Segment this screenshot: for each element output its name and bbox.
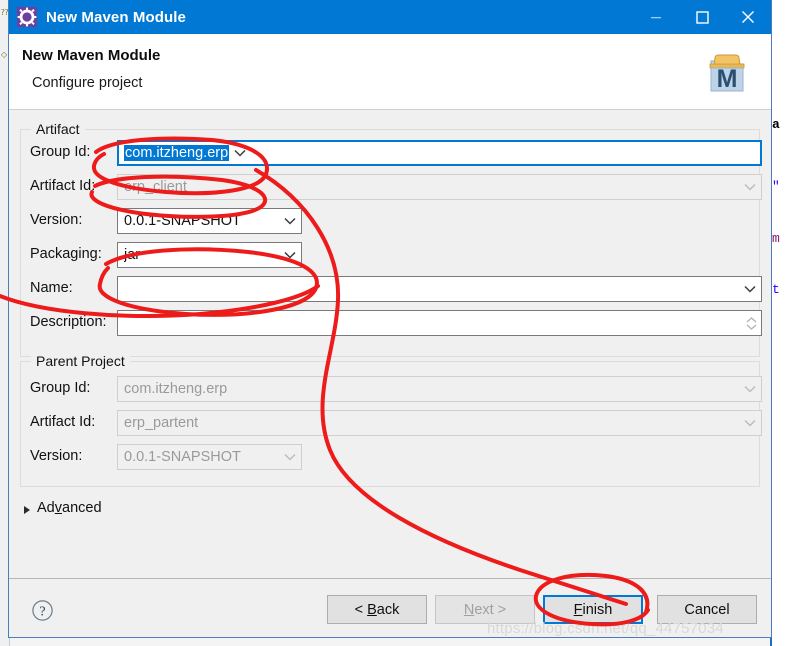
parent-group-id-label: Group Id: — [30, 380, 91, 396]
dialog-titlebar[interactable]: New Maven Module — [9, 0, 771, 34]
page-title: New Maven Module — [22, 47, 161, 64]
finish-button-label: Finish — [573, 601, 613, 618]
maven-folder-m-icon: M — [701, 46, 753, 98]
parent-group-id-input: com.itzheng.erp — [117, 376, 762, 402]
parent-artifact-id-input: erp_partent — [117, 410, 762, 436]
svg-text:M: M — [717, 65, 738, 93]
description-input[interactable] — [117, 310, 762, 336]
description-label: Description: — [30, 314, 107, 330]
watermark-text: https://blog.csdn.net/qq_44757034 — [487, 620, 724, 637]
new-maven-module-dialog: New Maven Module New Maven Module Config… — [8, 0, 772, 638]
page-subtitle: Configure project — [32, 75, 143, 91]
advanced-expander[interactable]: Advanced — [23, 500, 102, 516]
parent-artifact-id-value: erp_partent — [124, 415, 199, 431]
artifact-groupbox-label: Artifact — [31, 121, 85, 137]
version-value: 0.0.1-SNAPSHOT — [124, 213, 241, 229]
minimize-button[interactable] — [633, 0, 679, 34]
parent-version-value: 0.0.1-SNAPSHOT — [124, 449, 241, 465]
maximize-button[interactable] — [679, 0, 725, 34]
back-button[interactable]: < Back — [327, 595, 427, 624]
chevron-down-icon — [739, 377, 761, 401]
group-id-value: com.itzheng.erp — [124, 145, 230, 161]
group-id-label: Group Id: — [30, 144, 91, 160]
question-mark-icon[interactable]: ? — [32, 600, 53, 621]
next-button-label: Next > — [463, 601, 507, 618]
dialog-header: New Maven Module Configure project M — [9, 34, 771, 110]
chevron-down-icon — [739, 411, 761, 435]
group-id-input[interactable]: com.itzheng.erp — [117, 140, 762, 166]
spinner-arrows-icon[interactable] — [741, 311, 761, 335]
triangle-right-icon — [23, 503, 31, 514]
parent-artifact-id-label: Artifact Id: — [30, 414, 96, 430]
back-button-label: < Back — [354, 601, 400, 618]
version-label: Version: — [30, 212, 83, 228]
gear-icon — [17, 7, 37, 27]
packaging-label: Packaging: — [30, 246, 102, 262]
parent-project-groupbox-label: Parent Project — [31, 353, 130, 369]
background-editor-pane — [770, 0, 786, 646]
version-combobox[interactable]: 0.0.1-SNAPSHOT — [117, 208, 302, 234]
advanced-label: Advanced — [37, 500, 102, 516]
window-controls — [633, 0, 771, 34]
parent-group-id-value: com.itzheng.erp — [124, 381, 228, 397]
chevron-down-icon[interactable] — [739, 277, 761, 301]
packaging-combobox[interactable]: jar — [117, 242, 302, 268]
close-icon[interactable] — [725, 0, 771, 34]
chevron-down-icon — [739, 175, 761, 199]
parent-version-label: Version: — [30, 448, 83, 464]
parent-version-combobox: 0.0.1-SNAPSHOT — [117, 444, 302, 470]
cancel-button-label: Cancel — [684, 601, 730, 618]
artifact-id-label: Artifact Id: — [30, 178, 96, 194]
name-label: Name: — [30, 280, 73, 296]
background-code-fragment: m — [772, 232, 780, 246]
chevron-down-icon — [279, 445, 301, 469]
chevron-down-icon[interactable] — [229, 142, 251, 164]
dialog-body: Artifact Group Id: com.itzheng.erp Artif… — [9, 110, 771, 578]
background-code-fragment: t — [772, 283, 780, 297]
name-input[interactable] — [117, 276, 762, 302]
dialog-title: New Maven Module — [46, 8, 186, 26]
artifact-id-value: erp_client — [124, 179, 187, 195]
artifact-id-input[interactable]: erp_client — [117, 174, 762, 200]
background-code-fragment: a — [772, 118, 780, 132]
chevron-down-icon[interactable] — [279, 243, 301, 267]
packaging-value: jar — [124, 247, 141, 263]
background-code-fragment: " — [772, 180, 780, 194]
chevron-down-icon[interactable] — [279, 209, 301, 233]
svg-text:?: ? — [39, 605, 45, 620]
